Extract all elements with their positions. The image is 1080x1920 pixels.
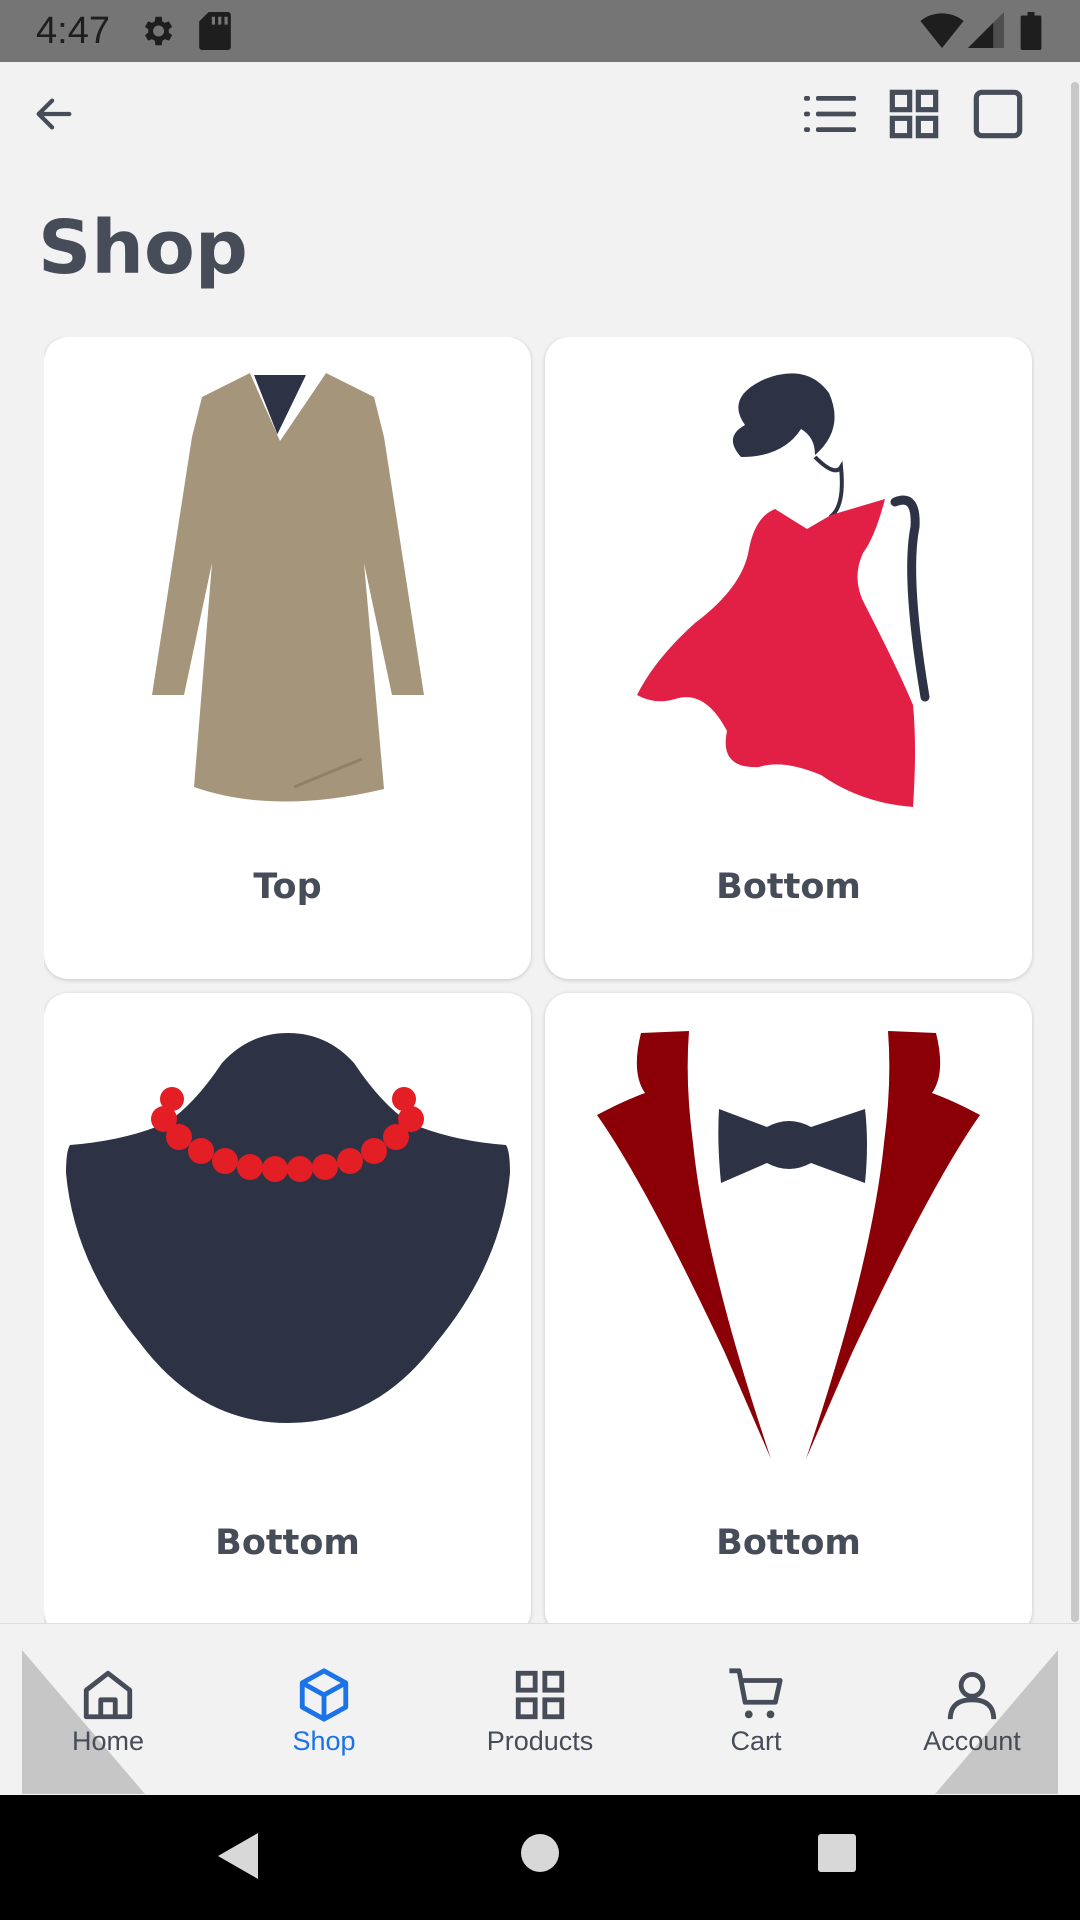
system-nav-bar [0,1795,1080,1920]
nav-label: Home [71,1726,145,1756]
status-bar: 4:47 [0,0,1080,62]
arrow-left-icon [36,98,72,130]
card-label: Bottom [716,1523,861,1563]
nav-cart[interactable]: Cart [666,1666,846,1786]
nav-label: Products [486,1726,594,1756]
circle-home-icon [521,1834,559,1872]
nav-account[interactable]: Account [882,1666,1062,1786]
scrollbar[interactable] [1071,82,1079,1622]
cart-icon [729,1668,783,1719]
category-card-necklace[interactable]: Bottom [44,993,531,1627]
tuxedo-image [597,1031,980,1459]
battery-icon [1020,12,1042,55]
single-view-button[interactable] [966,82,1030,146]
settings-icon [138,12,176,55]
card-label: Bottom [716,867,861,907]
grid-view-button[interactable] [882,82,946,146]
nav-shop[interactable]: Shop [234,1666,414,1786]
wifi-icon [920,12,964,53]
status-time: 4:47 [36,10,110,52]
triangle-back-icon [218,1833,258,1879]
grid-icon [515,1670,565,1720]
sd-card-icon [198,12,232,55]
grid-view-icon [889,89,939,139]
bottom-nav: Home Shop Products Cart Account [0,1623,1080,1796]
box-icon [299,1668,349,1722]
necklace-image [66,1033,510,1423]
signal-icon [968,12,1004,53]
back-button[interactable] [22,82,86,146]
page-title: Shop [38,205,248,291]
nav-label: Shop [292,1726,356,1756]
category-card-top[interactable]: Top [44,337,531,979]
user-icon [947,1672,997,1720]
nav-label: Cart [730,1726,782,1756]
card-label: Bottom [215,1523,360,1563]
system-recents-button[interactable] [817,1833,857,1878]
dress-image [637,373,930,807]
square-recents-icon [818,1834,856,1872]
list-icon [804,96,856,132]
list-view-button[interactable] [798,82,862,146]
system-back-button[interactable] [216,1831,260,1886]
card-label: Top [253,867,322,907]
category-card-tuxedo[interactable]: Bottom [545,993,1032,1627]
nav-label: Account [923,1726,1021,1756]
home-icon [83,1670,133,1720]
square-icon [973,89,1023,139]
category-card-dress[interactable]: Bottom [545,337,1032,979]
nav-home[interactable]: Home [18,1666,198,1786]
nav-products[interactable]: Products [450,1666,630,1786]
coat-image [152,373,424,802]
category-grid: Top Bottom Bottom Bottom [44,337,1035,1627]
system-home-button[interactable] [520,1833,560,1878]
top-toolbar [0,62,1080,167]
